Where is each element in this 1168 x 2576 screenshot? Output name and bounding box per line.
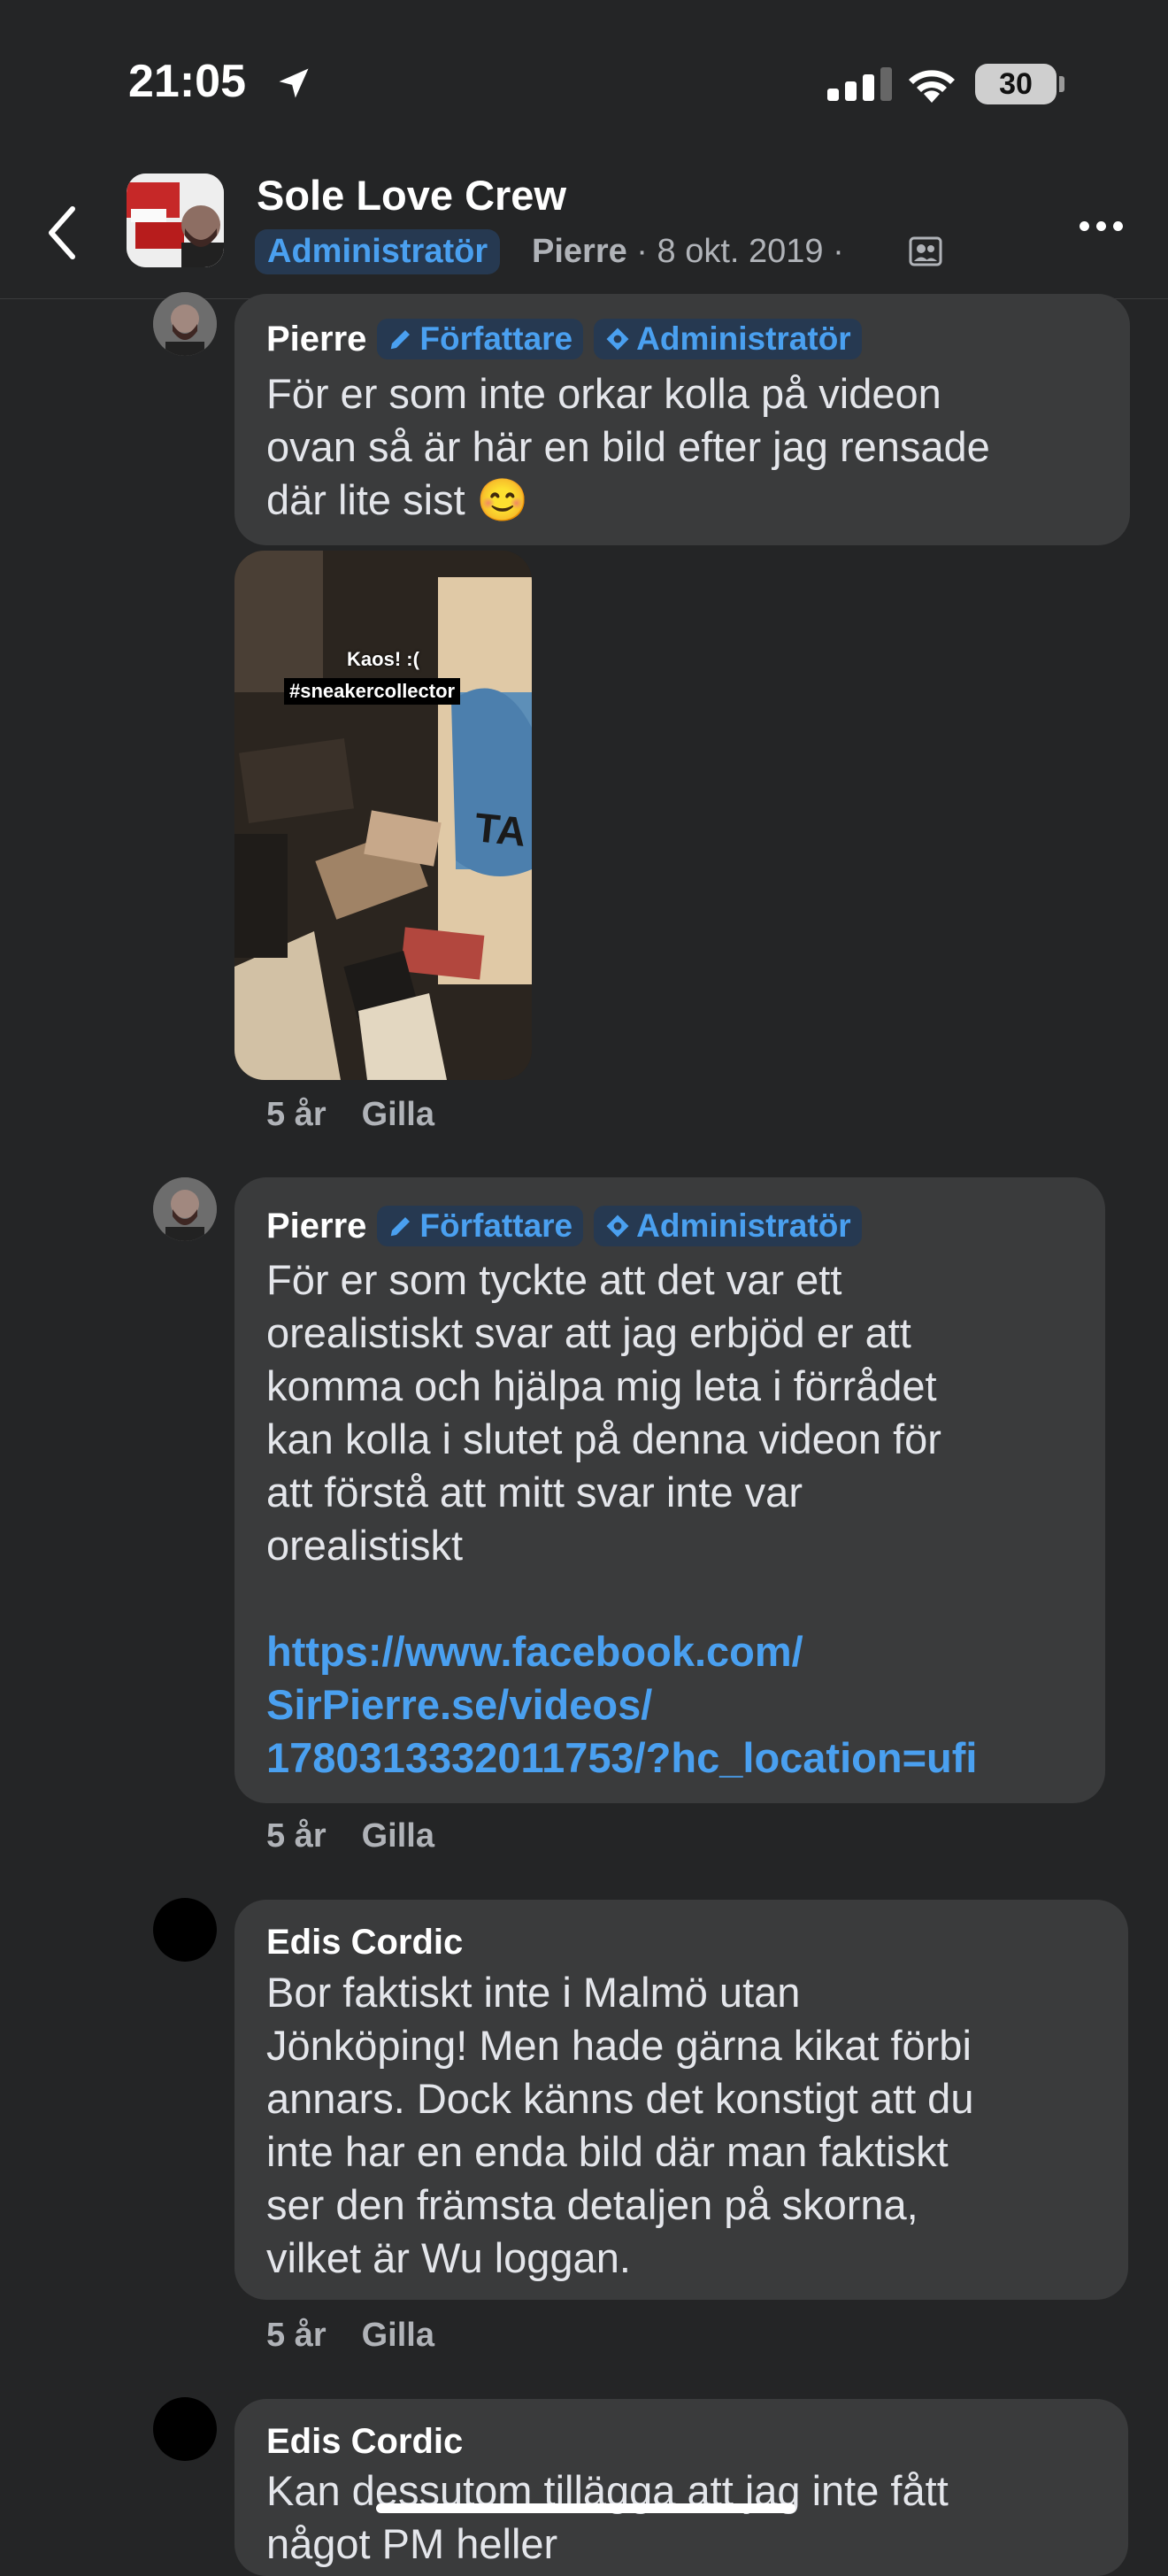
home-indicator[interactable] — [376, 2503, 795, 2513]
admin-shield-icon — [606, 328, 629, 351]
pencil-icon — [391, 330, 411, 350]
comment-author[interactable]: Edis Cordic — [266, 1923, 463, 1963]
commenter-avatar[interactable] — [153, 1177, 217, 1241]
comment-time[interactable]: 5 år — [266, 2317, 327, 2354]
like-button[interactable]: Gilla — [362, 1096, 434, 1133]
author-badge: Författare — [377, 319, 584, 359]
author-badge-label: Författare — [419, 1207, 573, 1244]
comment-text: Kan dessutom tillägga att jag inte fått … — [266, 2467, 949, 2567]
admin-badge-label: Administratör — [636, 1207, 851, 1244]
svg-text:TA: TA — [473, 804, 528, 855]
wifi-icon — [909, 70, 955, 103]
commenter-avatar[interactable] — [153, 292, 217, 356]
comment-author[interactable]: Edis Cordic — [266, 2422, 463, 2462]
comment-photo[interactable]: TA Kaos! :( #sneakercollector — [234, 551, 532, 1080]
location-arrow-icon — [279, 68, 309, 98]
comment-meta: 5 år Gilla — [266, 1096, 434, 1134]
group-name[interactable]: Sole Love Crew — [257, 171, 566, 220]
comment-author-row: Pierre Författare Administratör — [266, 1206, 862, 1246]
battery-nub — [1059, 76, 1064, 92]
battery-level: 30 — [999, 67, 1033, 101]
admin-badge-label: Administratör — [636, 320, 851, 357]
comment-time[interactable]: 5 år — [266, 1096, 327, 1133]
pencil-icon — [391, 1217, 411, 1237]
author-badge-label: Författare — [419, 320, 573, 357]
comment-text: För er som tyckte att det var ett oreali… — [266, 1256, 941, 1569]
comment-link[interactable]: https://www.facebook.com/ SirPierre.se/v… — [266, 1625, 977, 1785]
status-time: 21:05 — [128, 56, 246, 107]
post-meta: Pierre · 8 okt. 2019 · — [532, 233, 844, 271]
photo-hashtag: #sneakercollector — [284, 678, 461, 705]
comment-text: Bor faktiskt inte i Malmö utan Jönköping… — [266, 1969, 974, 2281]
more-options-icon[interactable] — [1080, 221, 1123, 231]
admin-badge: Administratör — [594, 1206, 862, 1246]
author-badge: Författare — [377, 1206, 584, 1246]
admin-shield-icon — [606, 1215, 629, 1238]
comment-meta: 5 år Gilla — [266, 2317, 434, 2355]
cellular-signal-icon — [827, 67, 892, 101]
post-author[interactable]: Pierre — [532, 233, 627, 270]
comment-author[interactable]: Pierre — [266, 320, 366, 359]
like-button[interactable]: Gilla — [362, 2317, 434, 2354]
admin-badge: Administratör — [594, 319, 862, 359]
comment-meta: 5 år Gilla — [266, 1817, 434, 1855]
group-avatar[interactable] — [127, 174, 224, 267]
comment-text: För er som inte orkar kolla på videon ov… — [266, 370, 990, 523]
group-audience-icon — [909, 236, 942, 266]
admin-badge: Administratör — [255, 229, 501, 274]
back-chevron-icon[interactable] — [46, 205, 78, 260]
comment-author[interactable]: Pierre — [266, 1207, 366, 1246]
commenter-avatar[interactable] — [153, 2397, 217, 2461]
comment-author-row: Pierre Författare Administratör — [266, 319, 862, 359]
photo-caption: Kaos! :( — [347, 648, 419, 670]
like-button[interactable]: Gilla — [362, 1817, 434, 1855]
commenter-avatar[interactable] — [153, 1898, 217, 1962]
battery-icon: 30 — [975, 64, 1057, 104]
post-date: · 8 okt. 2019 · — [626, 233, 844, 270]
comment-time[interactable]: 5 år — [266, 1817, 327, 1855]
